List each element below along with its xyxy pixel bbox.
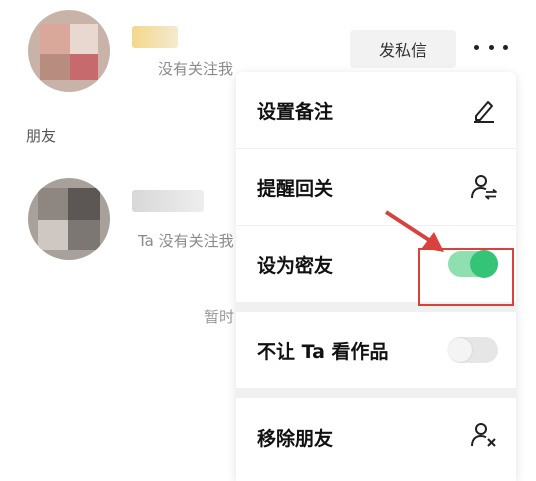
- contact-name: [132, 26, 178, 48]
- menu-item-label: 设为密友: [257, 254, 334, 277]
- menu-item-remind-follow-back[interactable]: 提醒回关: [236, 149, 516, 225]
- avatar[interactable]: [28, 178, 110, 260]
- contact-follow-status: 没有关注我: [158, 60, 234, 78]
- toggle-knob: [448, 338, 472, 362]
- section-friends-label: 朋友: [26, 127, 57, 145]
- menu-item-label: 提醒回关: [257, 177, 334, 200]
- annotation-arrow-icon: [384, 210, 444, 252]
- pencil-icon: [474, 101, 494, 123]
- more-icon[interactable]: [474, 36, 508, 58]
- menu-item-set-remark[interactable]: 设置备注: [236, 72, 516, 148]
- empty-hint-text: 暂时: [204, 308, 235, 326]
- user-remove-icon: [471, 423, 496, 447]
- menu-item-label: 设置备注: [257, 100, 334, 123]
- contact-name: [132, 190, 204, 212]
- menu-item-label: 不让 Ta 看作品: [257, 340, 389, 363]
- menu-item-label: 移除朋友: [257, 428, 334, 450]
- contact-follow-status: Ta 没有关注我: [138, 232, 234, 250]
- hide-works-toggle[interactable]: [448, 337, 498, 363]
- menu-item-hide-works[interactable]: 不让 Ta 看作品: [236, 312, 516, 388]
- send-message-button[interactable]: 发私信: [350, 30, 456, 68]
- menu-item-remove-friend[interactable]: 移除朋友: [236, 398, 516, 481]
- user-swap-icon: [471, 175, 497, 200]
- avatar[interactable]: [28, 10, 110, 92]
